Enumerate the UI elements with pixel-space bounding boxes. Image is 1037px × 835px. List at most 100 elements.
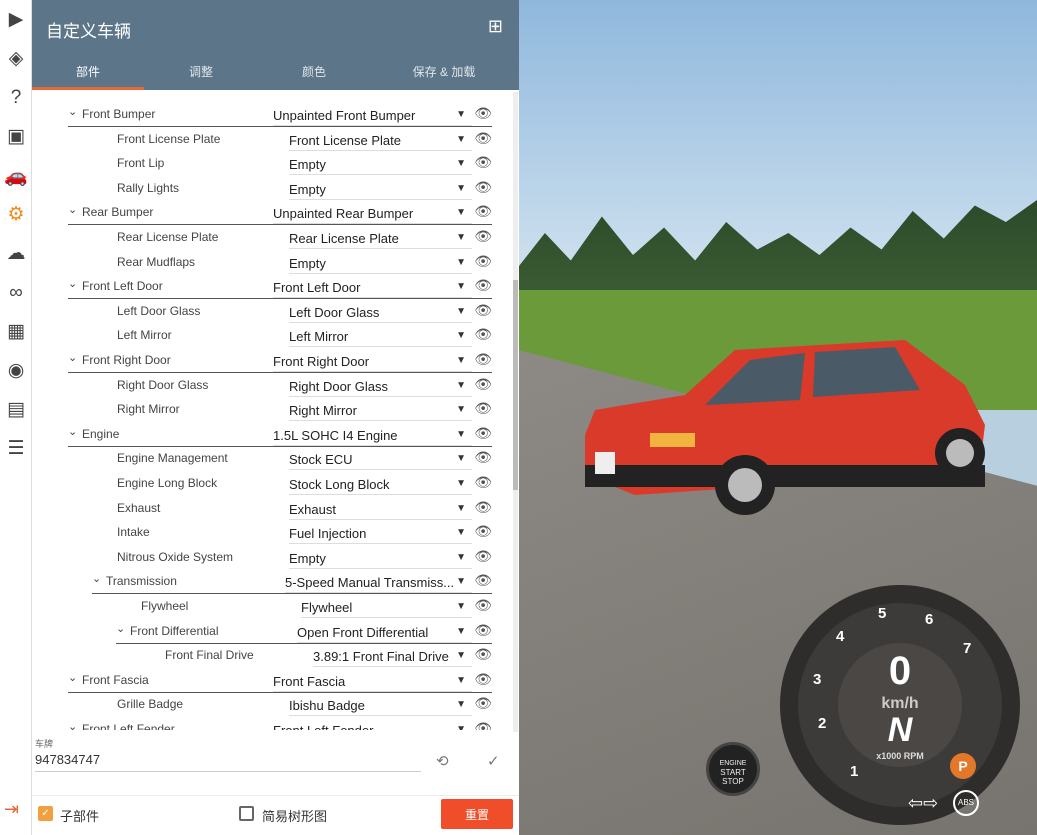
mission-icon[interactable]: ▣ — [0, 117, 32, 156]
car-icon[interactable]: 🚗 — [0, 156, 32, 195]
part-select[interactable]: Left Door Glass — [289, 305, 472, 323]
part-select[interactable]: Flywheel — [301, 600, 472, 618]
visibility-eye-icon[interactable]: 👁 — [474, 474, 492, 491]
add-window-icon[interactable]: ⊞ — [488, 16, 503, 37]
expand-chevron-icon[interactable]: ⌄ — [68, 720, 77, 730]
visibility-eye-icon[interactable]: 👁 — [474, 277, 492, 294]
visibility-eye-icon[interactable]: 👁 — [474, 179, 492, 196]
dropdown-arrow-icon[interactable]: ▼ — [456, 281, 466, 292]
camera-icon[interactable]: ◉ — [0, 351, 32, 390]
sliders-icon[interactable]: ☰ — [0, 429, 32, 468]
dropdown-arrow-icon[interactable]: ▼ — [456, 626, 466, 637]
part-select[interactable]: Empty — [289, 182, 472, 200]
part-select[interactable]: Fuel Injection — [289, 526, 472, 545]
tab-parts[interactable]: 部件 — [28, 63, 148, 80]
part-select[interactable]: Right Door Glass — [289, 379, 472, 397]
visibility-eye-icon[interactable]: 👁 — [474, 400, 492, 417]
expand-chevron-icon[interactable]: ⌄ — [68, 105, 77, 118]
part-select[interactable]: 3.89:1 Front Final Drive — [313, 649, 472, 668]
visibility-eye-icon[interactable]: 👁 — [474, 326, 492, 343]
visibility-eye-icon[interactable]: 👁 — [474, 646, 492, 663]
randomize-plate-icon[interactable]: ⟲ — [436, 752, 449, 770]
dropdown-arrow-icon[interactable]: ▼ — [456, 183, 466, 194]
expand-chevron-icon[interactable]: ⌄ — [68, 203, 77, 216]
part-select[interactable]: Empty — [289, 256, 472, 274]
engine-start-stop-button[interactable]: ENGINE START STOP — [706, 742, 760, 796]
license-plate-input[interactable] — [35, 752, 421, 772]
visibility-eye-icon[interactable]: 👁 — [474, 695, 492, 712]
part-select[interactable]: Unpainted Front Bumper — [273, 108, 472, 126]
tab-paint[interactable]: 颜色 — [254, 63, 374, 80]
part-select[interactable]: Right Mirror — [289, 403, 472, 422]
scrollbar-thumb[interactable] — [513, 280, 518, 490]
visibility-eye-icon[interactable]: 👁 — [474, 351, 492, 368]
simple-tree-checkbox[interactable] — [239, 806, 254, 821]
visibility-eye-icon[interactable]: 👁 — [474, 253, 492, 270]
visibility-eye-icon[interactable]: 👁 — [474, 425, 492, 442]
visibility-eye-icon[interactable]: 👁 — [474, 228, 492, 245]
dropdown-arrow-icon[interactable]: ▼ — [456, 724, 466, 730]
visibility-eye-icon[interactable]: 👁 — [474, 154, 492, 171]
dropdown-arrow-icon[interactable]: ▼ — [456, 306, 466, 317]
dropdown-arrow-icon[interactable]: ▼ — [456, 527, 466, 538]
gear-icon[interactable]: ⚙ — [0, 195, 32, 234]
dropdown-arrow-icon[interactable]: ▼ — [456, 109, 466, 120]
part-select[interactable]: Front Right Door — [273, 354, 472, 372]
visibility-eye-icon[interactable]: 👁 — [474, 622, 492, 639]
part-select[interactable]: Front Fascia — [273, 674, 472, 692]
play-icon[interactable]: ▶ — [0, 0, 32, 39]
part-select[interactable]: Exhaust — [289, 502, 472, 520]
visibility-eye-icon[interactable]: 👁 — [474, 720, 492, 730]
dropdown-arrow-icon[interactable]: ▼ — [456, 429, 466, 440]
expand-chevron-icon[interactable]: ⌄ — [68, 351, 77, 364]
part-select[interactable]: Stock Long Block — [289, 477, 472, 495]
dropdown-arrow-icon[interactable]: ▼ — [456, 257, 466, 268]
cloud-icon[interactable]: ☁ — [0, 234, 32, 273]
tab-tuning[interactable]: 调整 — [141, 63, 261, 80]
help-icon[interactable]: ? — [0, 78, 32, 117]
dropdown-arrow-icon[interactable]: ▼ — [456, 404, 466, 415]
dropdown-arrow-icon[interactable]: ▼ — [456, 576, 466, 587]
dropdown-arrow-icon[interactable]: ▼ — [456, 207, 466, 218]
part-select[interactable]: Unpainted Rear Bumper — [273, 206, 472, 225]
dropdown-arrow-icon[interactable]: ▼ — [456, 601, 466, 612]
part-select[interactable]: Front Left Fender — [273, 723, 472, 730]
window-icon[interactable]: ▤ — [0, 390, 32, 429]
part-select[interactable]: Ibishu Badge — [289, 698, 472, 717]
visibility-eye-icon[interactable]: 👁 — [474, 203, 492, 220]
visibility-eye-icon[interactable]: 👁 — [474, 376, 492, 393]
visibility-eye-icon[interactable]: 👁 — [474, 523, 492, 540]
dropdown-arrow-icon[interactable]: ▼ — [456, 158, 466, 169]
expand-chevron-icon[interactable]: ⌄ — [92, 572, 101, 585]
visibility-eye-icon[interactable]: 👁 — [474, 548, 492, 565]
dropdown-arrow-icon[interactable]: ▼ — [456, 650, 466, 661]
expand-chevron-icon[interactable]: ⌄ — [68, 425, 77, 438]
visibility-eye-icon[interactable]: 👁 — [474, 671, 492, 688]
dropdown-arrow-icon[interactable]: ▼ — [456, 134, 466, 145]
dropdown-arrow-icon[interactable]: ▼ — [456, 355, 466, 366]
infinity-icon[interactable]: ∞ — [0, 273, 32, 312]
part-select[interactable]: Front Left Door — [273, 280, 472, 299]
part-select[interactable]: Left Mirror — [289, 329, 472, 348]
expand-chevron-icon[interactable]: ⌄ — [68, 277, 77, 290]
film-icon[interactable]: ▦ — [0, 312, 32, 351]
part-select[interactable]: Empty — [289, 157, 472, 176]
part-select[interactable]: 1.5L SOHC I4 Engine — [273, 428, 472, 446]
dropdown-arrow-icon[interactable]: ▼ — [456, 503, 466, 514]
part-select[interactable]: Open Front Differential — [297, 625, 472, 643]
exit-icon[interactable]: ⇥ — [4, 799, 19, 820]
subparts-checkbox[interactable]: ✓ — [38, 806, 53, 821]
dropdown-arrow-icon[interactable]: ▼ — [456, 699, 466, 710]
expand-chevron-icon[interactable]: ⌄ — [116, 622, 125, 635]
part-select[interactable]: Front License Plate — [289, 133, 472, 151]
part-select[interactable]: Rear License Plate — [289, 231, 472, 249]
expand-chevron-icon[interactable]: ⌄ — [68, 671, 77, 684]
part-select[interactable]: Stock ECU — [289, 452, 472, 471]
dropdown-arrow-icon[interactable]: ▼ — [456, 330, 466, 341]
part-select[interactable]: Empty — [289, 551, 472, 569]
visibility-eye-icon[interactable]: 👁 — [474, 572, 492, 589]
reset-button[interactable]: 重置 — [441, 799, 513, 829]
dropdown-arrow-icon[interactable]: ▼ — [456, 552, 466, 563]
dropdown-arrow-icon[interactable]: ▼ — [456, 478, 466, 489]
part-select[interactable]: 5-Speed Manual Transmiss... — [285, 575, 472, 594]
